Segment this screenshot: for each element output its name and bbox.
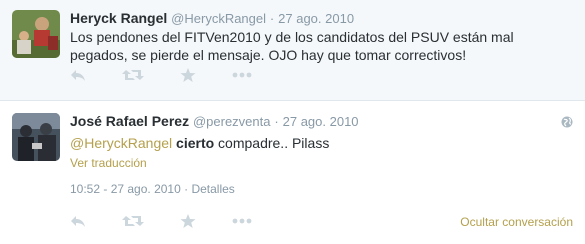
tweet-heryck[interactable]: Heryck Rangel @HeryckRangel · 27 ago. 20… bbox=[0, 0, 585, 101]
tweet-actions bbox=[70, 67, 270, 87]
separator: · bbox=[269, 11, 275, 26]
favorite-icon[interactable] bbox=[180, 213, 202, 233]
tweet-header: Heryck Rangel @HeryckRangel · 27 ago. 20… bbox=[70, 9, 354, 28]
reply-icon[interactable] bbox=[70, 213, 92, 233]
avatar[interactable] bbox=[12, 113, 60, 161]
handle[interactable]: @HeryckRangel bbox=[171, 11, 266, 26]
translate-link[interactable]: Ver traducción bbox=[70, 156, 147, 170]
tweet-header: José Rafael Perez @perezventa · 27 ago. … bbox=[70, 112, 359, 131]
retweet-icon[interactable] bbox=[122, 67, 144, 87]
globe-icon bbox=[561, 115, 573, 128]
tweet-text-rest: compadre.. Pilass bbox=[214, 135, 330, 151]
reply-icon[interactable] bbox=[70, 67, 92, 87]
tweet-jose[interactable]: José Rafael Perez @perezventa · 27 ago. … bbox=[0, 101, 585, 244]
timestamp[interactable]: 27 ago. 2010 bbox=[278, 11, 354, 26]
hide-conversation-link[interactable]: Ocultar conversación bbox=[460, 215, 573, 229]
avatar[interactable] bbox=[12, 10, 60, 58]
fullname[interactable]: Heryck Rangel bbox=[70, 10, 167, 26]
details-link[interactable]: Detalles bbox=[191, 182, 234, 196]
favorite-icon[interactable] bbox=[180, 67, 202, 87]
tweet-meta: 10:52 - 27 ago. 2010 · Detalles bbox=[70, 182, 235, 196]
more-icon[interactable] bbox=[232, 67, 254, 87]
detail-time: 10:52 - 27 ago. 2010 bbox=[70, 182, 181, 196]
tweet-text: Los pendones del FITVen2010 y de los can… bbox=[70, 29, 514, 63]
mention-link[interactable]: @HeryckRangel bbox=[70, 135, 172, 151]
retweet-icon[interactable] bbox=[122, 213, 144, 233]
handle[interactable]: @perezventa bbox=[193, 114, 271, 129]
more-icon[interactable] bbox=[232, 213, 254, 233]
separator: · bbox=[274, 114, 279, 129]
tweet-actions bbox=[70, 213, 270, 233]
bold-word: cierto bbox=[176, 135, 215, 151]
tweet-text: @HeryckRangel cierto compadre.. Pilass bbox=[70, 134, 570, 152]
separator: · bbox=[184, 182, 189, 196]
timestamp[interactable]: 27 ago. 2010 bbox=[283, 114, 359, 129]
fullname[interactable]: José Rafael Perez bbox=[70, 113, 189, 129]
